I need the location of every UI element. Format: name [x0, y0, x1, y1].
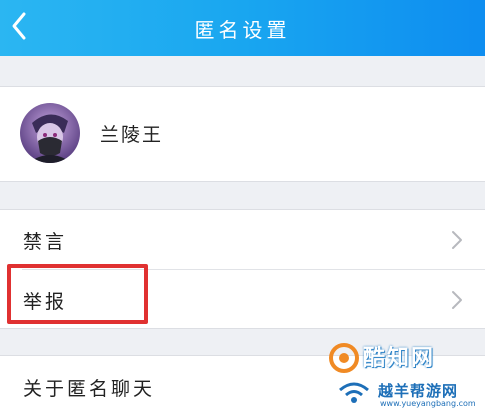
watermark-url: www.yueyangbang.com [380, 399, 476, 408]
watermark-logo-icon [329, 343, 359, 373]
watermark-brand-2: 越羊帮游网 [378, 382, 459, 400]
report-highlight-box [7, 264, 148, 324]
menu-item-mute[interactable]: 禁言 [0, 210, 485, 270]
chevron-right-icon [452, 291, 462, 309]
watermark-brand: 酷知网 [363, 346, 436, 371]
profile-name: 兰陵王 [100, 124, 164, 146]
menu-item-label: 禁言 [23, 231, 68, 253]
profile-card: 兰陵王 [0, 86, 485, 182]
top-bar: 匿名设置 [0, 0, 485, 56]
wifi-icon [339, 382, 369, 403]
avatar [20, 103, 80, 163]
chevron-right-icon [452, 231, 462, 249]
page-title: 匿名设置 [194, 18, 291, 42]
about-anonymous-chat-label: 关于匿名聊天 [23, 378, 156, 400]
watermark: 酷知网 越羊帮游网 www.yueyangbang.com [318, 336, 483, 413]
